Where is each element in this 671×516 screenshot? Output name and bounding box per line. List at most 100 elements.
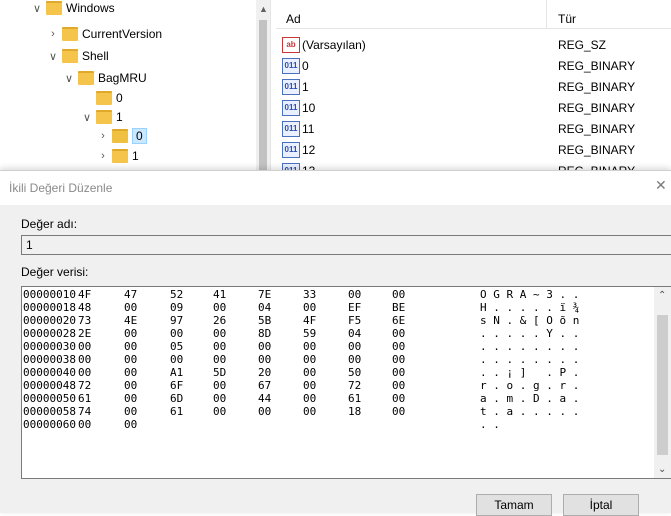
hex-byte[interactable]: 00 [124, 379, 137, 392]
hex-byte[interactable]: 00 [213, 405, 226, 418]
hex-byte[interactable]: 00 [303, 353, 316, 366]
hex-ascii[interactable]: . . ¡ ] . P . [480, 366, 579, 379]
hex-ascii[interactable]: . . . . . . . . [480, 353, 579, 366]
hex-byte[interactable]: 61 [78, 392, 91, 405]
tree-item-1-1[interactable]: › 1 [96, 146, 139, 166]
tree-item-1-0-selected[interactable]: › 0 [96, 126, 147, 146]
tree-item-windows[interactable]: ∨ Windows [30, 0, 115, 18]
hex-byte[interactable]: 97 [170, 314, 183, 327]
hex-byte[interactable]: 5D [213, 366, 226, 379]
hex-byte[interactable]: 00 [124, 418, 137, 431]
hex-byte[interactable]: 6E [392, 314, 405, 327]
scroll-up-icon[interactable]: ⌃ [658, 290, 666, 301]
chevron-down-icon[interactable]: ∨ [62, 71, 76, 85]
tree-item-currentversion[interactable]: › CurrentVersion [46, 24, 162, 44]
hex-editor[interactable]: 00000010 4F 47 52 41 7E 33 00 00 O G R A ~ 3 . .0… [21, 286, 671, 479]
hex-byte[interactable]: 44 [258, 392, 271, 405]
hex-ascii[interactable]: . . [480, 418, 500, 431]
hex-byte[interactable]: 04 [348, 327, 361, 340]
cancel-button[interactable]: İptal [563, 494, 639, 516]
hex-byte[interactable]: 7E [258, 288, 271, 301]
value-row[interactable]: 011 1 REG_BINARY [276, 76, 671, 97]
chevron-right-icon[interactable]: › [96, 149, 110, 163]
hex-byte[interactable]: 00 [213, 301, 226, 314]
hex-byte[interactable]: 61 [170, 405, 183, 418]
hex-byte[interactable]: 72 [348, 379, 361, 392]
value-name-field[interactable]: 1 [21, 235, 671, 255]
chevron-down-icon[interactable]: ∨ [30, 1, 44, 15]
hex-byte[interactable]: 41 [213, 288, 226, 301]
hex-byte[interactable]: 00 [392, 327, 405, 340]
hex-byte[interactable]: 00 [392, 353, 405, 366]
hex-ascii[interactable]: a . m . D . a . [480, 392, 579, 405]
hex-byte[interactable]: 20 [258, 366, 271, 379]
hex-byte[interactable]: 00 [303, 340, 316, 353]
hex-ascii[interactable]: . . . . . . . . [480, 340, 579, 353]
hex-byte[interactable]: 00 [258, 405, 271, 418]
hex-byte[interactable]: 6D [170, 392, 183, 405]
hex-byte[interactable]: 00 [170, 327, 183, 340]
hex-byte[interactable]: 18 [348, 405, 361, 418]
hex-byte[interactable]: 48 [78, 301, 91, 314]
hex-byte[interactable]: 59 [303, 327, 316, 340]
hex-byte[interactable]: BE [392, 301, 405, 314]
hex-byte[interactable]: 00 [78, 353, 91, 366]
value-row[interactable]: 011 11 REG_BINARY [276, 118, 671, 139]
dialog-titlebar[interactable]: İkili Değeri Düzenle ✕ [0, 171, 671, 205]
value-row[interactable]: ab (Varsayılan) REG_SZ [276, 34, 671, 55]
chevron-down-icon[interactable]: ∨ [46, 49, 60, 63]
hex-byte[interactable]: 00 [303, 301, 316, 314]
hex-byte[interactable]: 00 [303, 379, 316, 392]
chevron-right-icon[interactable]: › [46, 27, 60, 41]
tree-item-shell[interactable]: ∨ Shell [46, 46, 109, 66]
chevron-down-icon[interactable]: ∨ [80, 110, 94, 124]
value-row[interactable]: 011 0 REG_BINARY [276, 55, 671, 76]
column-header-type[interactable]: Tür [558, 12, 576, 26]
hex-ascii[interactable]: H . . . . . ï ¾ [480, 301, 579, 314]
hex-byte[interactable]: 00 [170, 353, 183, 366]
scrollbar-thumb[interactable] [657, 315, 668, 455]
hex-scrollbar[interactable]: ⌃ ⌄ [654, 287, 671, 478]
hex-byte[interactable]: 00 [392, 392, 405, 405]
hex-byte[interactable]: 09 [170, 301, 183, 314]
hex-byte[interactable]: 52 [170, 288, 183, 301]
hex-byte[interactable]: F5 [348, 314, 361, 327]
tree-item-0[interactable]: 0 [80, 88, 123, 108]
hex-byte[interactable]: 00 [258, 340, 271, 353]
column-divider[interactable] [546, 0, 547, 28]
hex-byte[interactable]: 00 [392, 405, 405, 418]
hex-ascii[interactable]: s N . & [ O õ n [480, 314, 579, 327]
tree-item-1[interactable]: ∨ 1 [80, 107, 123, 127]
hex-byte[interactable]: 00 [303, 405, 316, 418]
value-row[interactable]: 011 13 REG_BINARY [276, 160, 671, 170]
column-header-name[interactable]: Ad [286, 12, 301, 26]
scrollbar-thumb[interactable] [259, 20, 267, 170]
registry-tree[interactable]: ∨ Windows › CurrentVersion ∨ Shell ∨ Bag… [0, 0, 256, 170]
hex-byte[interactable]: 8D [258, 327, 271, 340]
scroll-down-icon[interactable]: ⌄ [658, 464, 666, 475]
hex-byte[interactable]: 4F [303, 314, 316, 327]
hex-byte[interactable]: 00 [124, 301, 137, 314]
hex-byte[interactable]: 00 [392, 379, 405, 392]
hex-ascii[interactable]: O G R A ~ 3 . . [480, 288, 579, 301]
hex-byte[interactable]: 00 [213, 379, 226, 392]
hex-byte[interactable]: 6F [170, 379, 183, 392]
hex-byte[interactable]: 00 [124, 392, 137, 405]
hex-byte[interactable]: 72 [78, 379, 91, 392]
hex-byte[interactable]: 05 [170, 340, 183, 353]
hex-ascii[interactable]: . . . . . Y . . [480, 327, 579, 340]
hex-byte[interactable]: 74 [78, 405, 91, 418]
hex-byte[interactable]: 00 [124, 366, 137, 379]
hex-byte[interactable]: 00 [392, 288, 405, 301]
hex-byte[interactable]: 00 [124, 405, 137, 418]
ok-button[interactable]: Tamam [476, 494, 552, 516]
hex-byte[interactable]: 33 [303, 288, 316, 301]
hex-byte[interactable]: 4F [78, 288, 91, 301]
hex-byte[interactable]: 00 [78, 340, 91, 353]
tree-scrollbar[interactable]: ▲ [256, 0, 270, 170]
close-icon[interactable]: ✕ [655, 177, 667, 197]
hex-byte[interactable]: 50 [348, 366, 361, 379]
scroll-up-icon[interactable]: ▲ [259, 4, 268, 14]
hex-byte[interactable]: A1 [170, 366, 183, 379]
hex-byte[interactable]: 00 [392, 340, 405, 353]
